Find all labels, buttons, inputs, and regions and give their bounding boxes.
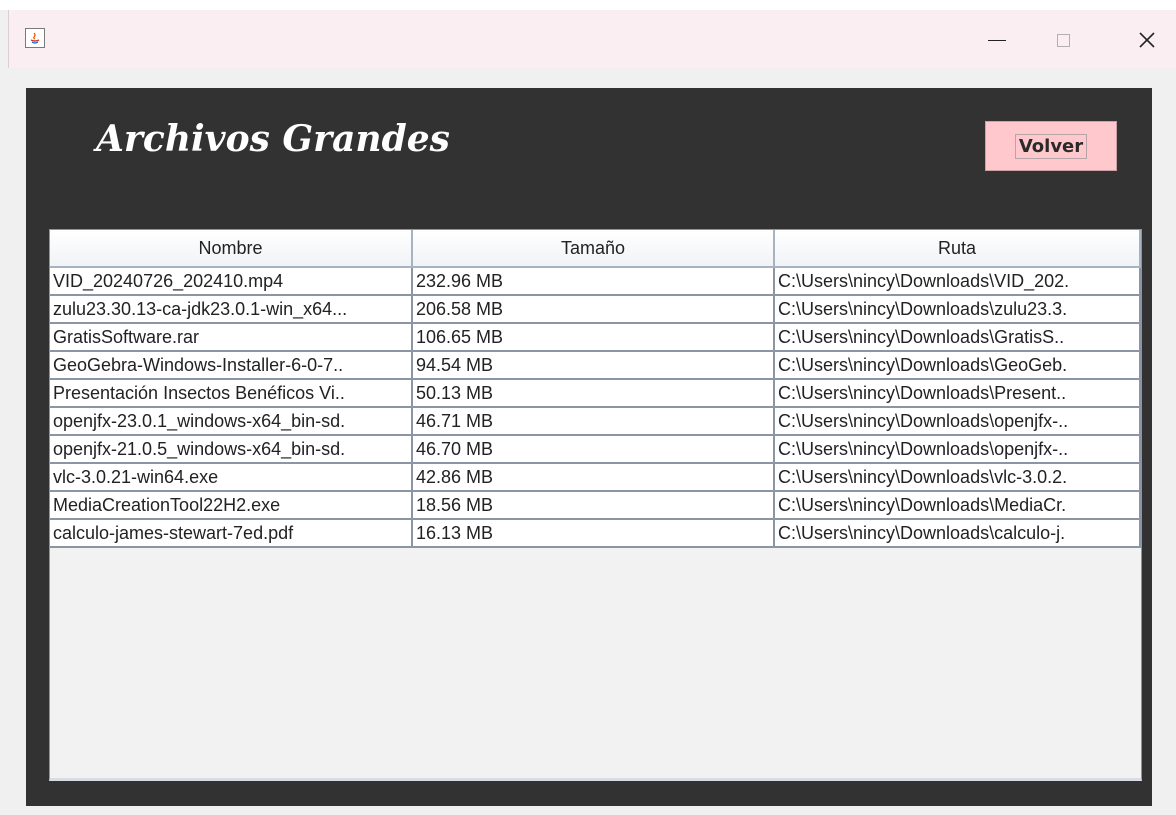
cell-path[interactable]: C:\Users\nincy\Downloads\calculo-j. <box>774 519 1141 548</box>
table-row[interactable]: Presentación Insectos Benéficos Vi.. 50.1… <box>50 379 1141 408</box>
maximize-icon <box>1056 33 1070 47</box>
cell-path[interactable]: C:\Users\nincy\Downloads\GeoGeb. <box>774 351 1141 380</box>
close-button[interactable] <box>1123 20 1171 60</box>
cell-name[interactable]: zulu23.30.13-ca-jdk23.0.1-win_x64... <box>50 295 413 324</box>
cell-size[interactable]: 206.58 MB <box>412 295 775 324</box>
cell-path[interactable]: C:\Users\nincy\Downloads\zulu23.3. <box>774 295 1141 324</box>
cell-size[interactable]: 42.86 MB <box>412 463 775 492</box>
column-header-name[interactable]: Nombre <box>50 230 413 268</box>
title-bar[interactable] <box>8 10 1176 68</box>
cell-path[interactable]: C:\Users\nincy\Downloads\openjfx-.. <box>774 435 1141 464</box>
cell-name[interactable]: GeoGebra-Windows-Installer-6-0-7.. <box>50 351 413 380</box>
files-table: Nombre Tamaño Ruta VID_20240726_202410.m… <box>50 230 1141 548</box>
table-row[interactable]: MediaCreationTool22H2.exe 18.56 MB C:\User… <box>50 491 1141 520</box>
cell-path[interactable]: C:\Users\nincy\Downloads\GratisS.. <box>774 323 1141 352</box>
cell-name[interactable]: Presentación Insectos Benéficos Vi.. <box>50 379 413 408</box>
cell-name[interactable]: calculo-james-stewart-7ed.pdf <box>50 519 413 548</box>
cell-path[interactable]: C:\Users\nincy\Downloads\VID_202. <box>774 267 1141 296</box>
cell-path[interactable]: C:\Users\nincy\Downloads\Present.. <box>774 379 1141 408</box>
cell-name[interactable]: openjfx-23.0.1_windows-x64_bin-sd. <box>50 407 413 436</box>
table-row[interactable]: openjfx-23.0.1_windows-x64_bin-sd. 46.71 … <box>50 407 1141 436</box>
table-row[interactable]: VID_20240726_202410.mp4 232.96 MB C:\Users… <box>50 267 1141 296</box>
java-icon[interactable] <box>25 28 45 48</box>
close-icon <box>1139 32 1155 48</box>
cell-name[interactable]: openjfx-21.0.5_windows-x64_bin-sd. <box>50 435 413 464</box>
cell-size[interactable]: 46.71 MB <box>412 407 775 436</box>
minimize-icon <box>988 39 1006 41</box>
page-title: Archivos Grandes <box>96 118 450 160</box>
maximize-button[interactable] <box>1039 20 1087 60</box>
table-row[interactable]: openjfx-21.0.5_windows-x64_bin-sd. 46.70 … <box>50 435 1141 464</box>
cell-path[interactable]: C:\Users\nincy\Downloads\vlc-3.0.2. <box>774 463 1141 492</box>
table-row[interactable]: GratisSoftware.rar 106.65 MB C:\Users\ninc… <box>50 323 1141 352</box>
cell-size[interactable]: 106.65 MB <box>412 323 775 352</box>
table-row[interactable]: vlc-3.0.21-win64.exe 42.86 MB C:\Users\nin… <box>50 463 1141 492</box>
cell-size[interactable]: 94.54 MB <box>412 351 775 380</box>
table-row[interactable]: GeoGebra-Windows-Installer-6-0-7.. 94.54 … <box>50 351 1141 380</box>
cell-size[interactable]: 16.13 MB <box>412 519 775 548</box>
cell-path[interactable]: C:\Users\nincy\Downloads\openjfx-.. <box>774 407 1141 436</box>
minimize-button[interactable] <box>973 20 1021 60</box>
cell-name[interactable]: MediaCreationTool22H2.exe <box>50 491 413 520</box>
app-window: Archivos Grandes Volver Nombre Tamaño Ru… <box>0 0 1176 815</box>
cell-size[interactable]: 18.56 MB <box>412 491 775 520</box>
column-header-size[interactable]: Tamaño <box>412 230 775 268</box>
cell-size[interactable]: 50.13 MB <box>412 379 775 408</box>
cell-name[interactable]: vlc-3.0.21-win64.exe <box>50 463 413 492</box>
cell-name[interactable]: GratisSoftware.rar <box>50 323 413 352</box>
table-header-row: Nombre Tamaño Ruta <box>50 230 1141 268</box>
cell-name[interactable]: VID_20240726_202410.mp4 <box>50 267 413 296</box>
table-row[interactable]: zulu23.30.13-ca-jdk23.0.1-win_x64... 206.… <box>50 295 1141 324</box>
table-body: VID_20240726_202410.mp4 232.96 MB C:\Users… <box>50 267 1141 548</box>
cell-size[interactable]: 46.70 MB <box>412 435 775 464</box>
column-header-path[interactable]: Ruta <box>774 230 1141 268</box>
main-panel: Archivos Grandes Volver Nombre Tamaño Ru… <box>26 88 1152 806</box>
background-strip <box>0 0 1176 10</box>
cell-path[interactable]: C:\Users\nincy\Downloads\MediaCr. <box>774 491 1141 520</box>
back-button[interactable]: Volver <box>985 121 1117 171</box>
table-row[interactable]: calculo-james-stewart-7ed.pdf 16.13 MB C:\… <box>50 519 1141 548</box>
files-table-scrollpane[interactable]: Nombre Tamaño Ruta VID_20240726_202410.m… <box>49 229 1142 781</box>
back-button-label: Volver <box>1014 133 1088 159</box>
cell-size[interactable]: 232.96 MB <box>412 267 775 296</box>
